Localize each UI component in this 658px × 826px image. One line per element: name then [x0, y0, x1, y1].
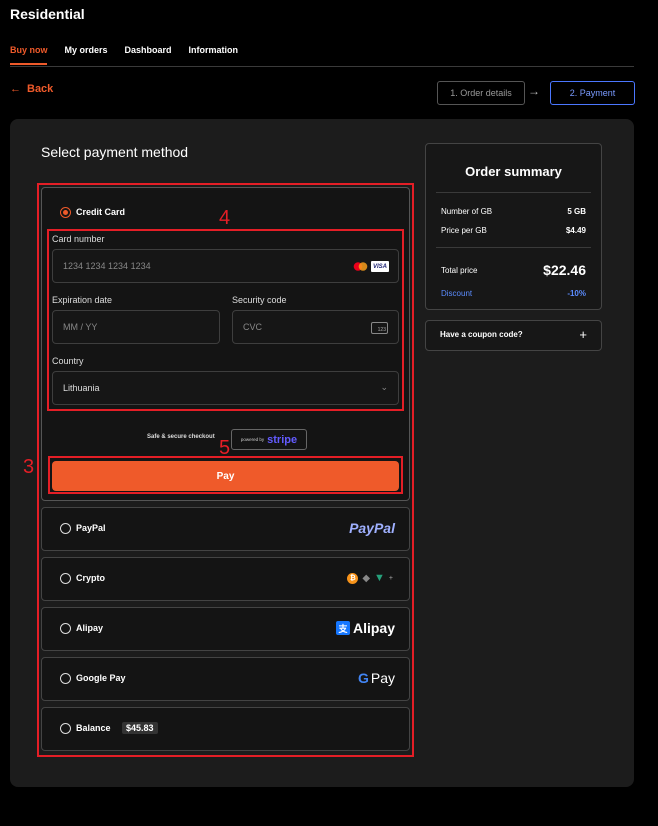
tab-dashboard[interactable]: Dashboard: [125, 45, 172, 55]
discount-value: -10%: [567, 289, 586, 298]
tab-buy-now[interactable]: Buy now: [10, 45, 48, 55]
summary-row: Number of GB 5 GB: [441, 207, 586, 216]
summary-divider: [436, 192, 591, 193]
page-title: Residential: [10, 6, 85, 22]
total-row: Total price $22.46: [441, 262, 586, 278]
total-label: Total price: [441, 265, 478, 275]
annotation-box-4: [47, 229, 404, 411]
payment-heading: Select payment method: [41, 144, 189, 160]
summary-title: Order summary: [465, 164, 562, 179]
nav-divider: [10, 66, 634, 67]
annotation-label-5: 5: [219, 437, 231, 459]
plus-icon: +: [579, 327, 587, 342]
discount-label: Discount: [441, 289, 473, 298]
coupon-toggle[interactable]: Have a coupon code? +: [425, 320, 602, 351]
annotation-box-5: [48, 456, 403, 494]
summary-row-value: 5 GB: [567, 207, 586, 216]
summary-divider: [436, 247, 591, 248]
arrow-left-icon: ←: [10, 83, 21, 95]
back-label: Back: [27, 83, 54, 95]
top-nav: Buy now My orders Dashboard Information: [10, 45, 238, 55]
arrow-right-icon: →: [528, 84, 540, 98]
summary-row-label: Price per GB: [441, 226, 487, 235]
step-payment[interactable]: 2. Payment: [550, 81, 635, 105]
back-button[interactable]: ← Back: [10, 83, 53, 95]
annotation-label-4: 4: [219, 207, 231, 229]
total-value: $22.46: [543, 262, 586, 278]
summary-row-label: Number of GB: [441, 207, 493, 216]
tab-information[interactable]: Information: [189, 45, 239, 55]
discount-row: Discount -10%: [441, 289, 586, 298]
summary-row-value: $4.49: [565, 226, 586, 235]
annotation-label-3: 3: [23, 456, 35, 478]
tab-my-orders[interactable]: My orders: [65, 45, 108, 55]
coupon-label: Have a coupon code?: [440, 330, 523, 339]
step-order-details[interactable]: 1. Order details: [437, 81, 525, 105]
summary-row: Price per GB $4.49: [441, 226, 586, 235]
order-summary: Order summary Number of GB 5 GB Price pe…: [425, 143, 602, 310]
active-tab-underline: [10, 63, 47, 65]
